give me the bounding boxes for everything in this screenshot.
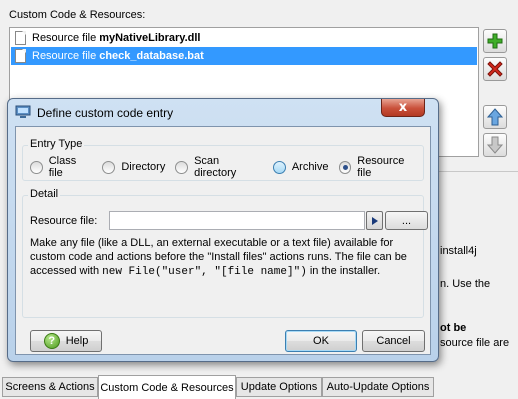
triangle-right-icon: [371, 216, 378, 225]
resource-file-input[interactable]: [109, 211, 365, 230]
file-icon: [15, 31, 26, 45]
radio-scan-directory[interactable]: Scan directory: [175, 155, 262, 179]
radio-label: Archive: [291, 161, 329, 173]
radio-button[interactable]: [102, 160, 116, 174]
radio-button[interactable]: [30, 160, 43, 174]
file-icon: [15, 49, 26, 63]
radio-directory[interactable]: Directory: [102, 160, 166, 174]
radio-resource-file[interactable]: Resource file: [338, 155, 421, 179]
browse-button[interactable]: ...: [385, 211, 428, 230]
radio-label: Scan directory: [194, 155, 237, 179]
help-icon: ?: [43, 333, 60, 349]
radio-class-file[interactable]: Class file: [30, 155, 92, 179]
add-button[interactable]: [483, 29, 507, 53]
move-down-button[interactable]: [483, 133, 507, 157]
dialog-content: Entry Type Class file Directory Scan dir…: [15, 126, 431, 355]
background-text-fragment: source file are: [440, 337, 510, 349]
radio-label: Directory: [121, 161, 166, 173]
section-label: Custom Code & Resources:: [9, 9, 146, 21]
description-code: new File("user", "[file name]"): [102, 266, 307, 278]
define-custom-code-dialog: Define custom code entry x Entry Type Cl…: [7, 98, 439, 362]
move-up-icon: [487, 108, 503, 126]
tab-update-options[interactable]: Update Options: [236, 377, 322, 397]
move-down-icon: [487, 136, 503, 154]
detail-title: Detail: [28, 188, 61, 200]
tab-custom-code-resources[interactable]: Custom Code & Resources: [98, 375, 236, 399]
radio-label: Class file: [48, 155, 77, 179]
radio-button[interactable]: [272, 160, 286, 174]
cancel-button[interactable]: Cancel: [362, 330, 425, 352]
resource-file-label: Resource file:: [30, 215, 98, 227]
ok-button[interactable]: OK: [285, 330, 357, 352]
entry-type-options: Class file Directory Scan directory Arch…: [30, 155, 430, 179]
help-button[interactable]: ? Help: [30, 330, 102, 352]
background-text-fragment: n. Use the: [440, 278, 491, 290]
list-item-filename: check_database.bat: [99, 50, 204, 62]
list-item[interactable]: Resource file myNativeLibrary.dll: [11, 29, 477, 47]
add-icon: [487, 33, 503, 49]
radio-archive[interactable]: Archive: [272, 160, 329, 174]
list-item-selected[interactable]: Resource file check_database.bat: [11, 47, 477, 65]
variable-selector-button[interactable]: [366, 211, 383, 230]
list-item-prefix: Resource file: [32, 32, 97, 44]
move-up-button[interactable]: [483, 105, 507, 129]
background-text-fragment: install4j: [440, 245, 477, 257]
remove-icon: [487, 61, 503, 77]
radio-button[interactable]: [338, 160, 352, 174]
panel-divider: [436, 171, 518, 172]
background-text-fragment: ot be: [440, 322, 467, 334]
dialog-title: Define custom code entry: [37, 106, 174, 120]
tab-auto-update-options[interactable]: Auto-Update Options: [322, 377, 434, 397]
tab-bar: Screens & Actions Custom Code & Resource…: [0, 375, 518, 399]
app-icon: [15, 105, 31, 118]
description-text-end: in the installer.: [306, 265, 381, 277]
radio-button[interactable]: [175, 160, 189, 174]
tab-screens-actions[interactable]: Screens & Actions: [2, 377, 98, 397]
entry-type-title: Entry Type: [28, 138, 85, 150]
radio-label: Resource file: [357, 155, 405, 179]
close-icon: x: [398, 100, 408, 115]
close-button[interactable]: x: [381, 99, 425, 117]
list-item-prefix: Resource file: [32, 50, 97, 62]
remove-button[interactable]: [483, 57, 507, 81]
list-item-filename: myNativeLibrary.dll: [99, 32, 201, 44]
detail-description: Make any file (like a DLL, an external e…: [30, 236, 425, 279]
help-button-label: Help: [65, 335, 89, 347]
